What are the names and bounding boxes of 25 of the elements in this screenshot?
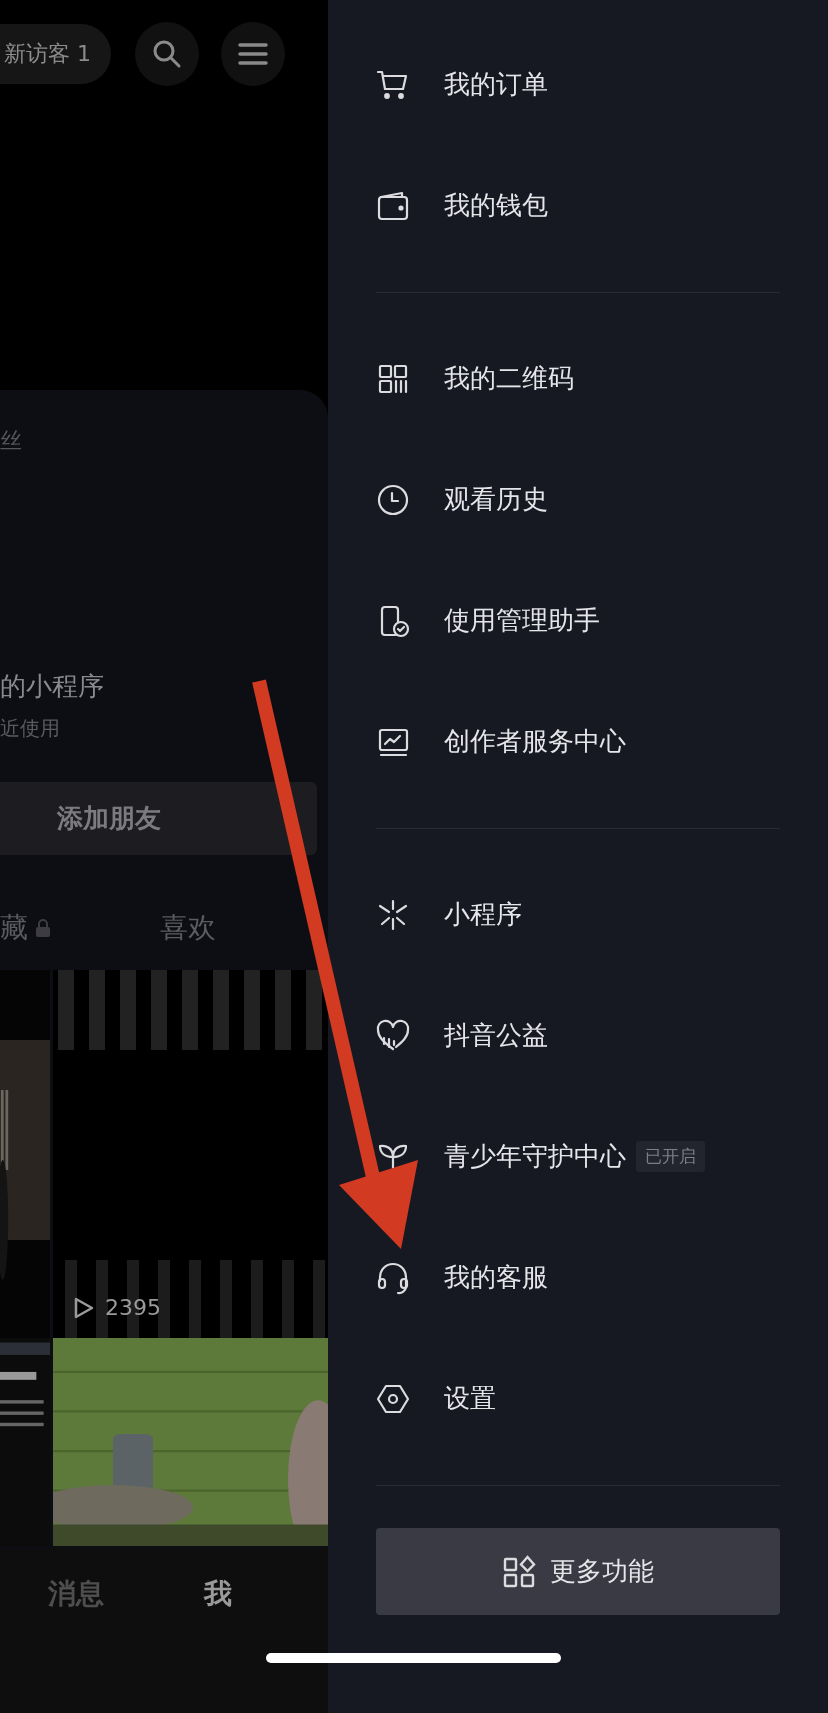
menu-icon bbox=[238, 42, 268, 66]
drawer-item[interactable]: 创作者服务中心 bbox=[376, 681, 780, 802]
nav-tab[interactable]: 我 bbox=[204, 1576, 232, 1612]
status-badge: 已开启 bbox=[636, 1141, 705, 1172]
drawer-item[interactable]: 我的客服 bbox=[376, 1217, 780, 1338]
drawer-item[interactable]: 我的钱包 bbox=[376, 145, 780, 266]
clock-icon bbox=[376, 482, 410, 517]
mini-programs-title[interactable]: 的小程序 bbox=[0, 670, 328, 702]
drawer-item[interactable]: 设置 bbox=[376, 1338, 780, 1459]
more-features-button[interactable]: 更多功能 bbox=[376, 1528, 780, 1615]
drawer-item[interactable]: 小程序 bbox=[376, 854, 780, 975]
heart-icon bbox=[376, 1018, 410, 1053]
drawer-item[interactable]: 使用管理助手 bbox=[376, 560, 780, 681]
followers-label: 丝 bbox=[0, 427, 23, 455]
headset-icon bbox=[376, 1260, 410, 1295]
drawer-item[interactable]: 抖音公益 bbox=[376, 975, 780, 1096]
mini-programs-subtitle: 近使用 bbox=[0, 715, 61, 742]
add-friend-button[interactable]: 添加朋友 bbox=[0, 782, 317, 855]
drawer-item[interactable]: 观看历史 bbox=[376, 439, 780, 560]
drawer-item[interactable]: 我的二维码 bbox=[376, 318, 780, 439]
asterisk-icon bbox=[376, 897, 410, 932]
grid-icon bbox=[502, 1554, 536, 1589]
search-icon bbox=[151, 38, 183, 70]
visitor-badge[interactable]: 新访客 1 bbox=[0, 24, 111, 84]
drawer-item[interactable]: 我的订单 bbox=[376, 24, 780, 145]
